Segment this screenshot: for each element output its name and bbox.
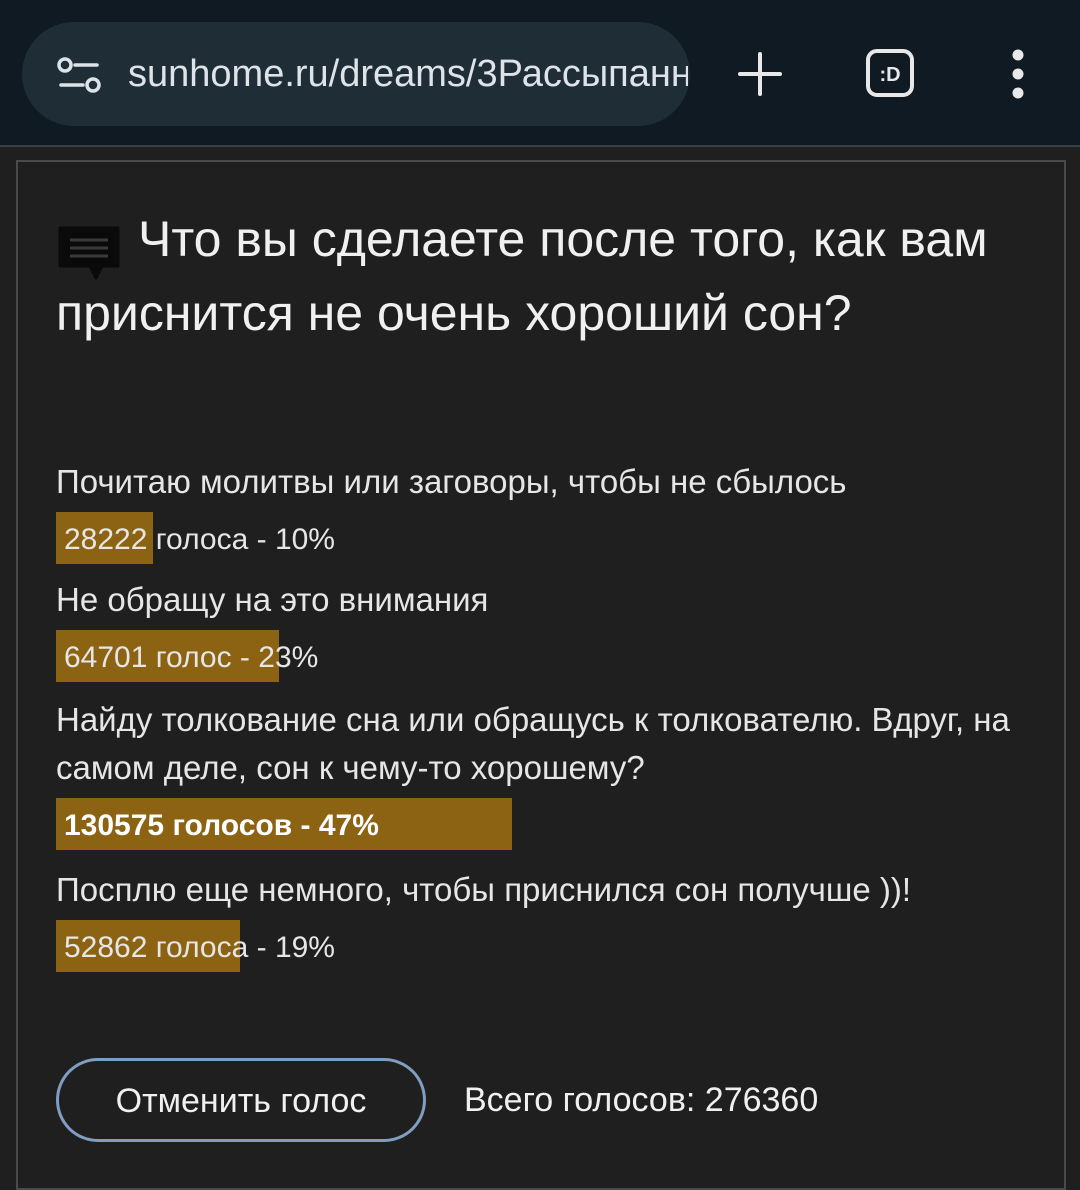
answer-text: Посплю еще немного, чтобы приснился сон … [56,871,912,908]
poll-header: Что вы сделаете после того, как вам прис… [56,202,1006,350]
result-label: 52862 голоса - 19% [64,931,335,964]
more-vert-icon[interactable] [1008,48,1028,100]
site-settings-icon[interactable] [57,55,103,95]
poll-answer: Почитаю молитвы или заговоры, чтобы не с… [56,458,1016,564]
comment-icon [58,226,120,280]
result-row: 64701 голос - 23% [56,630,1016,682]
tabs-icon[interactable]: :D [865,48,915,98]
browser-toolbar: sunhome.ru/dreams/3Рассыпанный :D [0,0,1080,147]
tabs-count: :D [879,64,900,86]
result-row: 130575 голосов - 47% [56,798,1016,850]
total-votes: Всего голосов: 276360 [464,1081,819,1119]
result-label: 28222 голоса - 10% [64,523,335,556]
poll-question: Что вы сделаете после того, как вам прис… [56,211,988,341]
result-row: 52862 голоса - 19% [56,920,1016,972]
poll-answer: Не обращу на это внимания 64701 голос - … [56,576,1016,682]
result-label: 64701 голос - 23% [64,641,319,674]
url-text[interactable]: sunhome.ru/dreams/3Рассыпанный [128,22,688,126]
poll-panel: Что вы сделаете после того, как вам прис… [16,160,1066,1190]
answer-text: Почитаю молитвы или заговоры, чтобы не с… [56,463,847,500]
poll-answer: Найду толкование сна или обращусь к толк… [56,696,1016,850]
plus-icon[interactable] [736,50,784,98]
result-row: 28222 голоса - 10% [56,512,1016,564]
answer-text: Не обращу на это внимания [56,581,489,618]
answer-text: Найду толкование сна или обращусь к толк… [56,701,1010,786]
result-label: 130575 голосов - 47% [64,809,379,842]
cancel-vote-button[interactable]: Отменить голос [56,1058,426,1142]
address-bar[interactable]: sunhome.ru/dreams/3Рассыпанный [22,22,690,126]
poll-answer: Посплю еще немного, чтобы приснился сон … [56,866,1016,972]
